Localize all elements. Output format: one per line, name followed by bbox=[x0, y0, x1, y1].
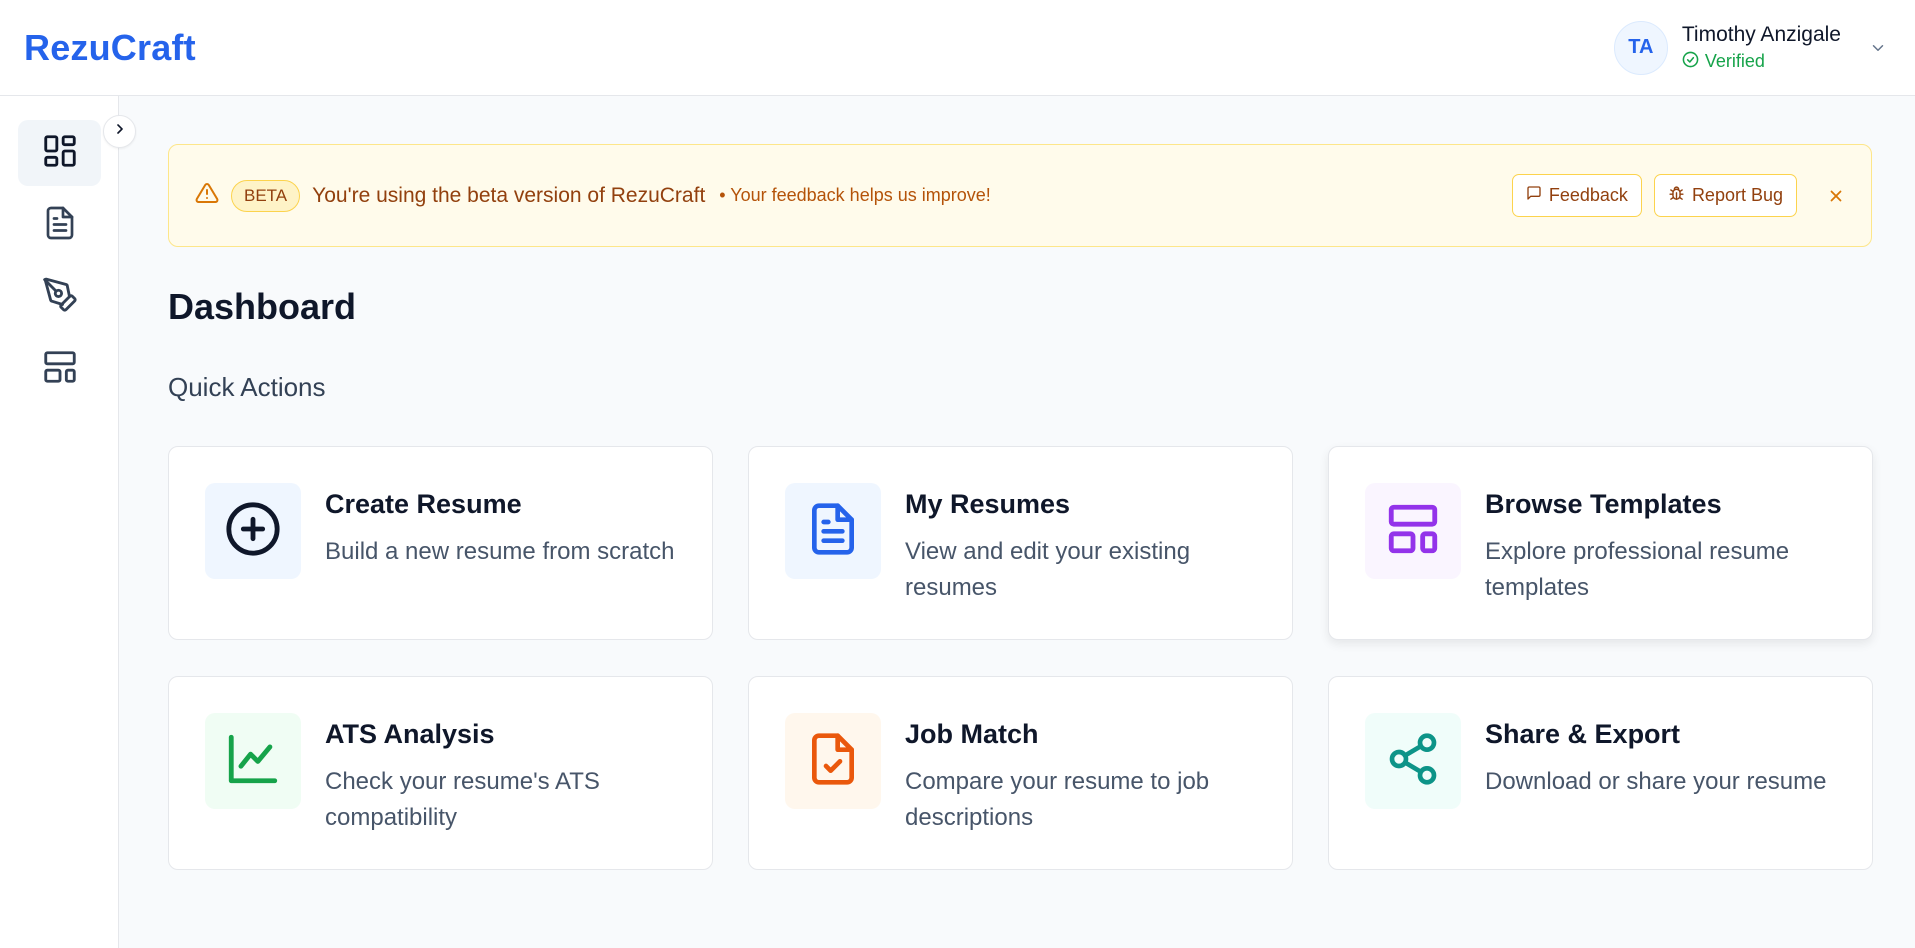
share-icon bbox=[1385, 731, 1441, 792]
chevron-right-icon bbox=[112, 121, 128, 142]
sidebar-item-editor[interactable] bbox=[18, 264, 101, 330]
avatar[interactable]: TA bbox=[1613, 20, 1668, 75]
card-icon-bg bbox=[1365, 713, 1461, 809]
user-menu[interactable]: TA Timothy Anzigale Verified bbox=[1613, 20, 1891, 75]
app-logo[interactable]: RezuCraft bbox=[24, 27, 196, 69]
card-description: Check your resume's ATS compatibility bbox=[325, 768, 600, 831]
feedback-label: Feedback bbox=[1548, 185, 1628, 205]
sidebar-item-resumes[interactable] bbox=[18, 192, 101, 258]
chevron-down-icon[interactable] bbox=[1869, 39, 1887, 57]
card-description: View and edit your existing resumes bbox=[905, 538, 1191, 601]
layout-template-icon bbox=[41, 348, 79, 391]
beta-badge: BETA bbox=[231, 179, 301, 212]
sidebar bbox=[0, 96, 119, 948]
pen-tool-icon bbox=[41, 276, 79, 319]
close-icon[interactable] bbox=[1827, 187, 1845, 205]
card-icon-bg bbox=[205, 713, 301, 809]
card-icon-bg bbox=[785, 483, 881, 579]
sidebar-item-templates[interactable] bbox=[18, 336, 101, 402]
file-check-icon bbox=[805, 731, 861, 792]
layout-icon bbox=[1384, 500, 1442, 563]
bug-icon bbox=[1668, 185, 1685, 207]
card-title: Browse Templates bbox=[1485, 489, 1722, 519]
ats-analysis-card[interactable]: ATS Analysis Check your resume's ATS com… bbox=[168, 676, 713, 870]
card-icon-bg bbox=[1365, 483, 1461, 579]
dashboard-grid-icon bbox=[41, 132, 79, 175]
report-bug-button[interactable]: Report Bug bbox=[1653, 174, 1797, 217]
report-bug-label: Report Bug bbox=[1691, 185, 1783, 205]
beta-banner: BETA You're using the beta version of Re… bbox=[168, 144, 1872, 247]
card-title: ATS Analysis bbox=[325, 719, 495, 749]
banner-title: You're using the beta version of RezuCra… bbox=[312, 183, 706, 207]
card-description: Build a new resume from scratch bbox=[325, 538, 675, 565]
warning-triangle-icon bbox=[195, 181, 219, 210]
browse-templates-card[interactable]: Browse Templates Explore professional re… bbox=[1328, 446, 1873, 640]
feedback-button[interactable]: Feedback bbox=[1511, 174, 1642, 217]
top-header: RezuCraft TA Timothy Anzigale Verified bbox=[0, 0, 1915, 96]
banner-subtitle: • Your feedback helps us improve! bbox=[719, 185, 991, 205]
sidebar-item-dashboard[interactable] bbox=[18, 120, 101, 186]
verified-label: Verified bbox=[1704, 51, 1765, 71]
page-title: Dashboard bbox=[168, 286, 357, 327]
card-icon-bg bbox=[785, 713, 881, 809]
job-match-card[interactable]: Job Match Compare your resume to job des… bbox=[748, 676, 1293, 870]
card-icon-bg bbox=[205, 483, 301, 579]
share-export-card[interactable]: Share & Export Download or share your re… bbox=[1328, 676, 1873, 870]
document-icon bbox=[42, 205, 78, 246]
card-description: Compare your resume to job descriptions bbox=[905, 768, 1210, 831]
file-text-icon bbox=[805, 501, 861, 562]
card-description: Download or share your resume bbox=[1485, 768, 1827, 795]
verified-status: Verified bbox=[1682, 51, 1841, 73]
card-title: Job Match bbox=[905, 719, 1039, 749]
card-title: My Resumes bbox=[905, 489, 1071, 519]
chart-line-icon bbox=[224, 730, 282, 793]
sidebar-toggle-button[interactable] bbox=[103, 115, 136, 148]
create-resume-card[interactable]: Create Resume Build a new resume from sc… bbox=[168, 446, 713, 640]
user-info: Timothy Anzigale Verified bbox=[1682, 23, 1841, 73]
section-title: Quick Actions bbox=[168, 372, 326, 402]
my-resumes-card[interactable]: My Resumes View and edit your existing r… bbox=[748, 446, 1293, 640]
card-description: Explore professional resume templates bbox=[1485, 538, 1790, 601]
user-name: Timothy Anzigale bbox=[1681, 22, 1841, 46]
message-square-icon bbox=[1526, 185, 1542, 206]
card-title: Share & Export bbox=[1485, 719, 1681, 749]
card-title: Create Resume bbox=[325, 489, 522, 519]
check-circle-icon bbox=[1682, 51, 1699, 73]
plus-circle-icon bbox=[224, 500, 282, 563]
